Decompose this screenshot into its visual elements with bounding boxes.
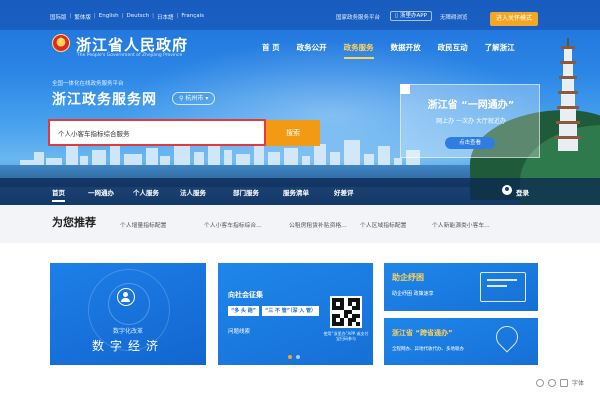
solicitation-chip: “三 不 管”（深 入 管） <box>262 306 320 316</box>
chat-icon[interactable] <box>536 378 544 387</box>
promo-title: 浙江省 “一网通办” <box>427 100 515 111</box>
pagoda-tier <box>562 79 574 91</box>
promo-view-button[interactable]: 点击查看 <box>445 137 495 149</box>
national-platform-link[interactable]: 国家政务服务平台 <box>336 13 380 21</box>
recommend-item[interactable]: 个人小客车指标综合... <box>204 220 262 229</box>
recommend-item[interactable]: 个人新能源类小客车... <box>432 220 490 229</box>
elder-mode-button[interactable]: 进入关怀模式 <box>490 12 538 26</box>
cross-province-title: 浙江省 “跨省通办” <box>392 329 453 337</box>
main-nav-item[interactable]: 首 页 <box>262 42 280 59</box>
recommend-heading: 为您推荐 <box>52 216 96 229</box>
top-utility-bar: 国际版 | 繁体版 | English | Deutsch | 日本語 | Français 国家政… <box>0 0 600 30</box>
pagoda-tier <box>563 64 573 76</box>
service-nav-item[interactable]: 服务清单 <box>283 187 309 197</box>
pagoda-tier <box>564 49 572 61</box>
search-input[interactable] <box>48 119 266 146</box>
main-nav-item[interactable]: 政务公开 <box>297 42 327 59</box>
language-separator: | <box>176 13 179 19</box>
enterprise-aid-subtitle: 助企纾困 政策速享 <box>392 291 434 297</box>
portal-title: 浙江政务服务网 <box>52 92 157 108</box>
service-nav-item[interactable]: 个人服务 <box>133 187 159 197</box>
solicitation-title: 向社会征集 <box>228 291 263 299</box>
corner-tag <box>400 84 410 94</box>
language-link[interactable]: 国际版 <box>50 13 67 21</box>
service-nav-item[interactable]: 部门服务 <box>233 187 259 197</box>
service-nav-item[interactable]: 首页 <box>52 187 65 202</box>
floating-tools: 字体 <box>536 378 584 387</box>
accessibility-link[interactable]: 无障碍浏览 <box>440 13 468 21</box>
share-icon[interactable] <box>560 378 568 387</box>
language-link[interactable]: 繁体版 <box>74 13 91 21</box>
monitor-icon <box>480 272 526 302</box>
chevron-down-icon: ▾ <box>205 95 209 102</box>
pagoda-tier <box>558 139 578 151</box>
service-nav-item[interactable]: 法人服务 <box>180 187 206 197</box>
site-subtitle: The People's Government of Zhejiang Prov… <box>77 53 183 58</box>
app-download-button[interactable]: ▯ 浙里办APP <box>390 11 432 21</box>
language-links: 国际版 | 繁体版 | English | Deutsch | 日本語 | Français <box>50 13 204 21</box>
user-avatar-icon[interactable] <box>502 185 512 195</box>
pagoda-illustration <box>555 38 581 153</box>
language-separator: | <box>93 13 96 19</box>
solicitation-survey-link[interactable]: 问题线索 <box>228 327 250 335</box>
main-nav-item[interactable]: 政民互动 <box>438 42 468 59</box>
city-selector[interactable]: ⚲ 杭州市 ▾ <box>172 92 216 105</box>
enterprise-aid-title: 助企纾困 <box>392 273 424 282</box>
national-emblem-icon[interactable] <box>52 34 70 52</box>
qr-caption: 使用“浙里办”APP 或支付宝扫码参与 <box>323 331 369 341</box>
city-selector-label: 杭州市 <box>185 95 204 102</box>
login-link[interactable]: 登录 <box>516 187 529 197</box>
pagoda-tier <box>561 94 575 106</box>
recommend-item[interactable]: 公租房租赁补贴资格... <box>289 220 347 229</box>
cross-province-subtitle: 全程网办、异地代收代办、多地联办 <box>392 347 464 352</box>
language-separator: | <box>152 13 154 19</box>
language-link[interactable]: English <box>99 13 119 21</box>
recommend-item[interactable]: 个人区域指标配置 <box>360 220 406 229</box>
solicitation-chip: “多 头 跑” <box>228 306 260 316</box>
carousel-dot[interactable] <box>296 355 300 359</box>
service-nav-item[interactable]: 好差评 <box>334 187 354 197</box>
font-size-button[interactable]: 字体 <box>572 378 584 387</box>
one-net-promo-card: 浙江省 “一网通办” 网上办 一次办 大厅就近办 点击查看 <box>400 84 540 158</box>
language-link[interactable]: Deutsch <box>126 13 149 21</box>
search-button[interactable]: 搜索 <box>266 120 320 146</box>
language-link[interactable]: 日本語 <box>157 13 174 21</box>
people-network-icon <box>117 288 135 306</box>
pagoda-tier <box>560 109 576 121</box>
pagoda-tier <box>559 124 577 136</box>
phone-icon: ▯ <box>395 13 399 19</box>
location-pin-icon: ⚲ <box>179 95 184 102</box>
service-nav-item[interactable]: 一网通办 <box>88 187 114 197</box>
language-link[interactable]: Français <box>181 13 204 21</box>
digital-economy-subtitle: 数字化改革 <box>112 328 143 335</box>
digital-economy-title: 数字经济 <box>91 339 164 353</box>
carousel-dot-active[interactable] <box>288 355 292 359</box>
main-nav-item[interactable]: 政务服务 <box>343 42 374 59</box>
language-separator: | <box>121 13 124 19</box>
recommend-item[interactable]: 个人增量指标配置 <box>120 220 166 229</box>
app-download-label: 浙里办APP <box>400 13 427 19</box>
main-nav-item[interactable]: 了解浙江 <box>485 42 515 59</box>
main-nav-item[interactable]: 数据开放 <box>391 42 421 59</box>
promo-subtitle: 网上办 一次办 大厅就近办 <box>436 118 506 125</box>
language-separator: | <box>69 13 72 19</box>
smile-icon[interactable] <box>548 378 556 387</box>
site-title[interactable]: 浙江省人民政府 <box>76 34 188 55</box>
portal-subtitle: 全国一体化在线政务服务平台 <box>52 81 124 87</box>
qr-code-icon <box>330 296 362 328</box>
main-nav: 首 页政务公开 政务服务 数据开放 政民互动 了解浙江 <box>262 42 532 59</box>
